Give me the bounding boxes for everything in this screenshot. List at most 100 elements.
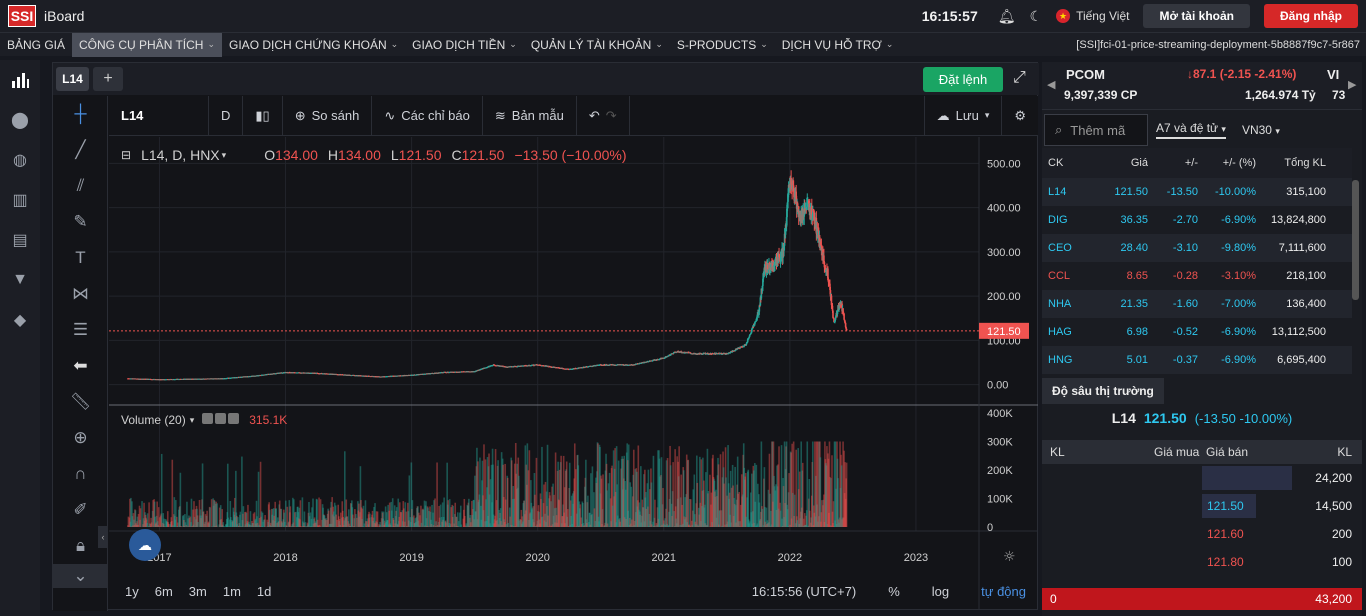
percent-toggle[interactable]: % (888, 584, 900, 599)
ticker-next-icon[interactable]: ▶ (1348, 78, 1356, 91)
templates-button[interactable]: ≋ Bản mẫu (483, 95, 577, 136)
auto-toggle[interactable]: tự động (981, 584, 1026, 599)
volume-bar (464, 515, 466, 527)
trend-line-icon[interactable]: ╱ (53, 132, 108, 168)
watchlist-row[interactable]: NHA 21.35 -1.60 -7.00% 136,400 (1042, 290, 1352, 318)
book-icon[interactable]: ◆ (0, 300, 40, 340)
search-placeholder: Thêm mã (1070, 122, 1126, 138)
collapse-panel-handle[interactable]: ‹ (98, 526, 108, 548)
watchlist-row[interactable]: HNG 5.01 -0.37 -6.90% 6,695,400 (1042, 346, 1352, 374)
volume-bar (160, 453, 163, 527)
volume-bar (506, 477, 509, 527)
price-scale-icon[interactable]: ☁ (129, 529, 161, 561)
pattern-icon[interactable]: ⋈ (53, 276, 108, 312)
magnet-icon[interactable]: ∩ (53, 456, 108, 492)
watchlist-row[interactable]: DIG 36.35 -2.70 -6.90% 13,824,800 (1042, 206, 1352, 234)
volume-label[interactable]: Volume (20) (121, 413, 186, 427)
moon-icon[interactable]: ☾ (1030, 8, 1043, 25)
add-tab-button[interactable]: + (93, 67, 123, 91)
alert-icon[interactable]: ⬤ (0, 100, 40, 140)
volume-bar (535, 457, 538, 527)
watchlist-tab-a7[interactable]: A7 và đệ tử ▾ (1156, 121, 1226, 139)
filter-icon[interactable]: ▼ (0, 260, 40, 300)
range-button-1y[interactable]: 1y (125, 584, 139, 599)
menu-item-0[interactable]: BẢNG GIÁ (0, 33, 72, 57)
undo-redo[interactable]: ↶ ↷ (577, 95, 630, 136)
menu-item-4[interactable]: QUẢN LÝ TÀI KHOẢN ⌄ (524, 33, 670, 57)
redo-icon[interactable]: ↷ (606, 108, 617, 124)
watchlist-tab-vn30[interactable]: VN30 ▾ (1242, 123, 1280, 137)
compare-button[interactable]: ⊕ So sánh (283, 95, 373, 136)
menu-item-6[interactable]: DỊCH VỤ HỖ TRỢ ⌄ (775, 33, 901, 57)
volume-settings-icons[interactable] (202, 413, 241, 427)
brush-icon[interactable]: ✎ (53, 204, 108, 240)
depth-row[interactable]: 24,200 (1042, 464, 1362, 492)
menu-item-2[interactable]: GIAO DỊCH CHỨNG KHOÁN ⌄ (222, 33, 405, 57)
ticker-volume: 9,397,339 CP (1064, 88, 1138, 102)
legend-collapse-icon[interactable]: ⊟ (121, 148, 131, 162)
menu-item-5[interactable]: S-PRODUCTS ⌄ (670, 33, 775, 57)
login-button[interactable]: Đăng nhập (1264, 4, 1358, 28)
interval-button[interactable]: D (209, 95, 244, 136)
place-order-button[interactable]: Đặt lệnh (923, 67, 1003, 92)
add-symbol-search[interactable]: ⌕ Thêm mã (1044, 114, 1148, 146)
watchlist-cell-sym: HNG (1048, 354, 1073, 366)
pitchfork-icon[interactable]: ⫽ (53, 168, 108, 204)
range-button-1m[interactable]: 1m (223, 584, 241, 599)
ruler-icon[interactable]: 📏︎ (53, 384, 108, 420)
range-button-1d[interactable]: 1d (257, 584, 271, 599)
range-button-6m[interactable]: 6m (155, 584, 173, 599)
depth-row[interactable]: 121.60 200 (1042, 520, 1362, 548)
price-chart[interactable]: 500.00 400.00 300.00 200.00 100.00 0.00 400K 30… (109, 137, 1038, 610)
chevron-down-icon: ⌄ (760, 39, 768, 49)
log-toggle[interactable]: log (932, 584, 949, 599)
chart-tab-symbol[interactable]: L14 (56, 67, 89, 91)
depth-row[interactable]: 121.50 14,500 (1042, 492, 1362, 520)
bar-chart-icon[interactable] (0, 60, 40, 100)
settings-icon[interactable]: ⚙ (1002, 96, 1038, 136)
watchlist-col-header[interactable]: Tổng KL (1262, 157, 1332, 169)
volume-bar (318, 497, 320, 527)
watchlist-col-header[interactable]: +/- (1154, 157, 1204, 169)
watchlist-col-header[interactable]: +/- (%) (1204, 157, 1262, 169)
range-button-3m[interactable]: 3m (189, 584, 207, 599)
chevron-down-icon[interactable]: ⌄ (53, 564, 108, 588)
volume-bar (146, 513, 149, 527)
chart-symbol[interactable]: L14 (109, 95, 209, 136)
open-account-button[interactable]: Mở tài khoản (1143, 4, 1250, 28)
bell-icon[interactable]: 🔔︎ (998, 8, 1016, 25)
watchlist-cell-pct: -10.00% (1215, 186, 1256, 198)
ticker-prev-icon[interactable]: ◀ (1047, 78, 1055, 91)
zoom-in-icon[interactable]: ⊕ (53, 420, 108, 456)
globe-icon[interactable]: ◍ (0, 140, 40, 180)
lock-drawing-icon[interactable]: ✐ (53, 492, 108, 528)
volume-axis-label: 300K (987, 437, 1013, 449)
chevron-down-icon: ⌄ (885, 39, 894, 49)
watchlist-row[interactable]: CEO 28.40 -3.10 -9.80% 7,111,600 (1042, 234, 1352, 262)
watchlist-scrollbar[interactable] (1352, 180, 1359, 300)
watchlist-row[interactable]: CCL 8.65 -0.28 -3.10% 218,100 (1042, 262, 1352, 290)
watchlist-col-header[interactable]: CK (1042, 157, 1104, 169)
language-selector[interactable]: ★ Tiếng Việt (1056, 9, 1129, 23)
watchlist-col-header[interactable]: Giá (1104, 157, 1154, 169)
menu-item-3[interactable]: GIAO DỊCH TIỀN ⌄ (405, 33, 524, 57)
indicators-button[interactable]: ∿ Các chỉ báo (372, 95, 483, 136)
text-icon[interactable]: T (53, 240, 108, 276)
stats-icon[interactable]: ▥ (0, 180, 40, 220)
save-button[interactable]: ☁ Lưu ▾ (923, 95, 1003, 136)
legend-title[interactable]: L14, D, HNX (141, 147, 220, 163)
ssi-logo[interactable]: SSI (8, 5, 36, 27)
analytics-icon[interactable]: ▤ (0, 220, 40, 260)
watchlist-row[interactable]: HAG 6.98 -0.52 -6.90% 13,112,500 (1042, 318, 1352, 346)
back-arrow-icon[interactable]: ⬅ (53, 348, 108, 384)
watchlist-row[interactable]: L14 121.50 -13.50 -10.00% 315,100 (1042, 178, 1352, 206)
crosshair-icon[interactable]: ┼ (53, 96, 108, 132)
menu-item-1[interactable]: CÔNG CỤ PHÂN TÍCH ⌄ (72, 32, 223, 57)
depth-row[interactable]: 121.80 100 (1042, 548, 1362, 576)
candle-type-icon[interactable]: ▮▯ (243, 95, 283, 136)
chart-svg[interactable]: 500.00400.00300.00200.00100.000.00400K30… (109, 137, 1038, 610)
undo-icon[interactable]: ↶ (589, 108, 600, 124)
prediction-icon[interactable]: ☰ (53, 312, 108, 348)
market-depth-tab[interactable]: Độ sâu thị trường (1042, 378, 1164, 404)
fullscreen-icon[interactable]: ⤢ (1013, 69, 1026, 87)
